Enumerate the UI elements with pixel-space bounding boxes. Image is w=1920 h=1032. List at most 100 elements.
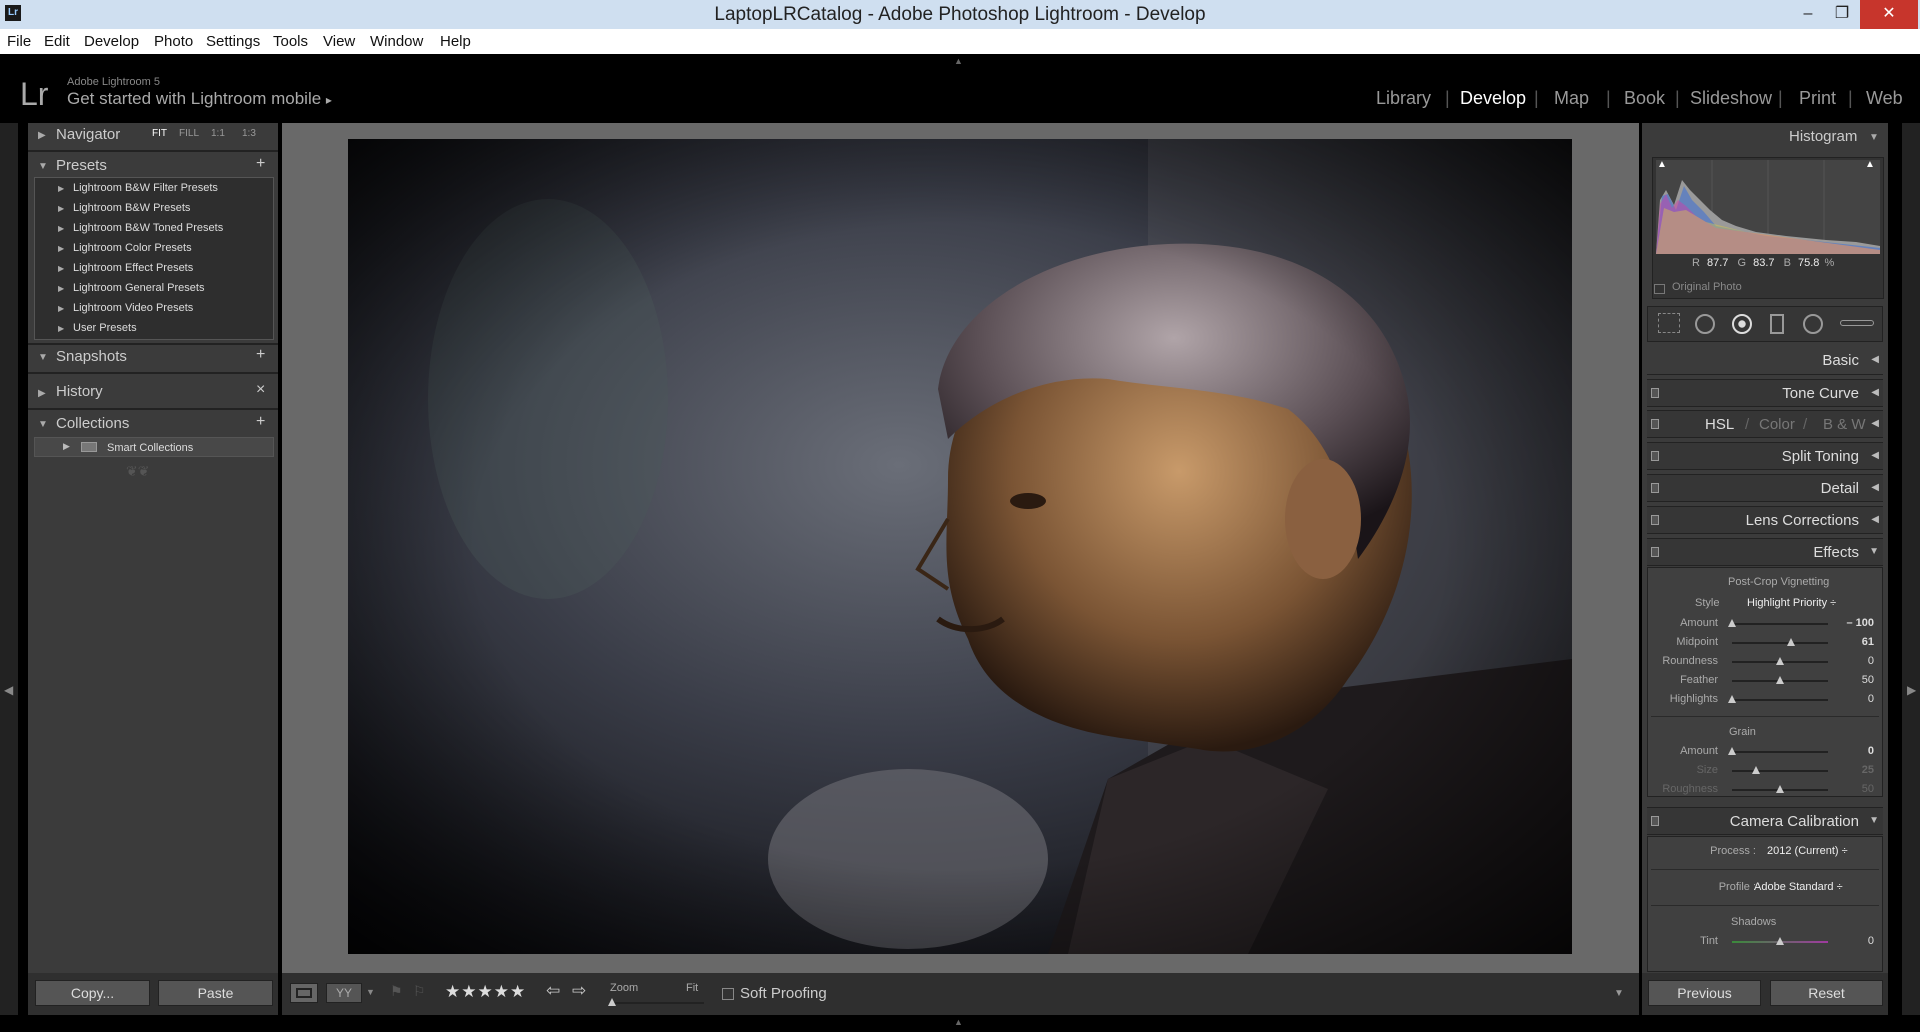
process-dropdown[interactable]: 2012 (Current) ÷ <box>1767 845 1848 857</box>
right-panel-toggle-strip[interactable]: ▶ <box>1902 123 1920 1030</box>
preset-folder-expand-icon[interactable]: ▶ <box>58 304 64 313</box>
slider-value[interactable]: – 100 <box>1844 617 1874 629</box>
previous-image-icon[interactable]: ⇦ <box>546 981 560 1001</box>
nav-fit[interactable]: FIT <box>152 128 167 139</box>
tint-slider-thumb[interactable] <box>1776 937 1784 945</box>
module-book[interactable]: Book <box>1624 88 1665 109</box>
add-snapshot-icon[interactable]: + <box>256 346 265 364</box>
preset-folder-item[interactable]: User Presets <box>73 322 137 334</box>
preset-folder-item[interactable]: Lightroom Color Presets <box>73 242 192 254</box>
menu-tools[interactable]: Tools <box>273 33 308 50</box>
preset-folder-expand-icon[interactable]: ▶ <box>58 264 64 273</box>
top-panel-toggle-icon[interactable]: ▲ <box>954 56 963 66</box>
slider-thumb[interactable] <box>1776 785 1784 793</box>
reset-button[interactable]: Reset <box>1770 980 1883 1006</box>
graduated-filter-icon[interactable] <box>1770 314 1784 334</box>
detail-expand-icon[interactable]: ◀ <box>1871 482 1879 493</box>
menu-file[interactable]: File <box>7 33 31 50</box>
panel-switch-icon[interactable] <box>1651 388 1659 398</box>
star-rating[interactable]: ★★★★★ <box>445 982 526 1002</box>
menu-edit[interactable]: Edit <box>44 33 70 50</box>
hsl-expand-icon[interactable]: ◀ <box>1871 418 1879 429</box>
profile-dropdown[interactable]: Adobe Standard ÷ <box>1754 881 1843 893</box>
color-tab[interactable]: Color <box>1759 416 1795 433</box>
maximize-button[interactable]: ❐ <box>1822 0 1862 29</box>
preset-folder-item[interactable]: Lightroom B&W Presets <box>73 202 190 214</box>
shadow-clipping-icon[interactable]: ▲ <box>1657 159 1667 170</box>
spot-removal-icon[interactable] <box>1695 314 1715 334</box>
slider-thumb[interactable] <box>1728 619 1736 627</box>
slider-track[interactable] <box>1732 699 1828 701</box>
camera-calibration-panel-header[interactable]: Camera Calibration ▼ <box>1647 807 1883 835</box>
radial-filter-icon[interactable] <box>1803 314 1823 334</box>
slider-value[interactable]: 50 <box>1844 674 1874 686</box>
basic-expand-icon[interactable]: ◀ <box>1871 354 1879 365</box>
preset-folder-expand-icon[interactable]: ▶ <box>58 324 64 333</box>
paste-settings-button[interactable]: Paste <box>158 980 273 1006</box>
module-print[interactable]: Print <box>1799 88 1836 109</box>
navigator-expand-icon[interactable]: ▶ <box>38 130 46 141</box>
zoom-slider-thumb[interactable] <box>608 998 616 1006</box>
module-develop[interactable]: Develop <box>1460 88 1526 109</box>
slider-track[interactable] <box>1732 770 1828 772</box>
adjustment-brush-icon[interactable] <box>1840 320 1874 326</box>
clear-history-icon[interactable]: × <box>256 381 265 399</box>
slider-value[interactable]: 0 <box>1844 745 1874 757</box>
slider-value[interactable]: 61 <box>1844 636 1874 648</box>
filmstrip-toggle-icon[interactable]: ▲ <box>954 1017 963 1027</box>
expand-icon[interactable]: ▶ <box>63 441 70 452</box>
add-collection-icon[interactable]: + <box>256 413 265 431</box>
preset-folder-item[interactable]: Lightroom Effect Presets <box>73 262 193 274</box>
slider-thumb[interactable] <box>1776 676 1784 684</box>
histogram-header[interactable]: Histogram <box>1789 128 1857 145</box>
preset-folder-expand-icon[interactable]: ▶ <box>58 184 64 193</box>
panel-switch-icon[interactable] <box>1651 547 1659 557</box>
nav-fill[interactable]: FILL <box>179 128 199 139</box>
menu-view[interactable]: View <box>323 33 355 50</box>
preset-folder-item[interactable]: Lightroom Video Presets <box>73 302 193 314</box>
left-panel-toggle-icon[interactable]: ◀ <box>4 683 13 697</box>
basic-panel-header[interactable]: Basic ◀ <box>1647 347 1883 375</box>
toolbar-options-icon[interactable]: ▼ <box>1614 988 1624 999</box>
copy-settings-button[interactable]: Copy... <box>35 980 150 1006</box>
hsl-panel-header[interactable]: HSL / Color / B & W ◀ <box>1647 410 1883 438</box>
slider-track[interactable] <box>1732 751 1828 753</box>
history-header[interactable]: History <box>56 383 103 400</box>
slider-thumb[interactable] <box>1786 638 1795 646</box>
loupe-view-icon[interactable] <box>290 983 318 1003</box>
tint-value[interactable]: 0 <box>1844 935 1874 947</box>
histogram-graph[interactable] <box>1656 160 1880 254</box>
reject-flag-icon[interactable]: ⚐ <box>413 983 426 1000</box>
navigator-header[interactable]: Navigator <box>56 126 120 143</box>
slider-value[interactable]: 0 <box>1844 693 1874 705</box>
module-web[interactable]: Web <box>1866 88 1903 109</box>
red-eye-icon[interactable] <box>1732 314 1752 334</box>
main-photo[interactable] <box>348 139 1572 954</box>
detail-panel-header[interactable]: Detail ◀ <box>1647 474 1883 502</box>
zoom-slider[interactable] <box>610 1002 704 1004</box>
module-library[interactable]: Library <box>1376 88 1431 109</box>
collection-item-smart[interactable]: ▶ Smart Collections <box>34 437 274 457</box>
panel-switch-icon[interactable] <box>1651 515 1659 525</box>
preset-folder-item[interactable]: Lightroom B&W Toned Presets <box>73 222 223 234</box>
slider-value[interactable]: 0 <box>1844 655 1874 667</box>
left-panel-toggle-strip[interactable]: ◀ <box>0 123 18 1030</box>
preset-folder-expand-icon[interactable]: ▶ <box>58 244 64 253</box>
slider-thumb[interactable] <box>1752 766 1760 774</box>
snapshots-collapse-icon[interactable]: ▼ <box>38 352 48 363</box>
preset-folder-item[interactable]: Lightroom B&W Filter Presets <box>73 182 218 194</box>
panel-switch-icon[interactable] <box>1651 419 1659 429</box>
crop-tool-icon[interactable] <box>1658 313 1680 333</box>
lens-corrections-panel-header[interactable]: Lens Corrections ◀ <box>1647 506 1883 534</box>
previous-settings-button[interactable]: Previous <box>1648 980 1761 1006</box>
lens-corrections-expand-icon[interactable]: ◀ <box>1871 514 1879 525</box>
panel-switch-icon[interactable] <box>1651 451 1659 461</box>
slider-track[interactable] <box>1732 642 1828 644</box>
histogram-collapse-icon[interactable]: ▼ <box>1869 132 1879 143</box>
next-image-icon[interactable]: ⇨ <box>572 981 586 1001</box>
presets-collapse-icon[interactable]: ▼ <box>38 161 48 172</box>
menu-develop[interactable]: Develop <box>84 33 139 50</box>
menu-photo[interactable]: Photo <box>154 33 193 50</box>
soft-proofing-checkbox[interactable] <box>722 988 734 1000</box>
menu-help[interactable]: Help <box>440 33 471 50</box>
